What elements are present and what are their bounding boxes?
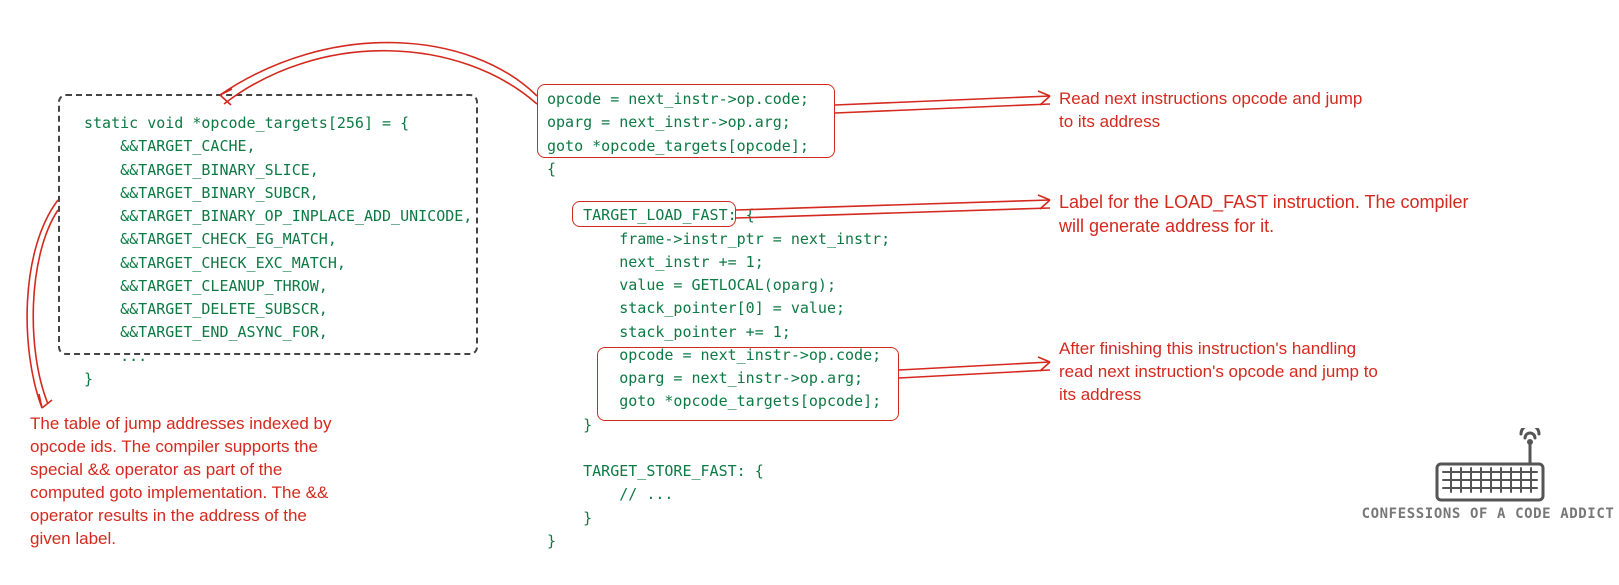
opcode-table-box: static void *opcode_targets[256] = { &&T… xyxy=(58,94,478,355)
highlight-dispatch-bottom xyxy=(597,347,899,421)
highlight-target-label xyxy=(572,201,736,227)
annotation-read-next: Read next instructions opcode and jump t… xyxy=(1059,88,1479,134)
annotation-after: After finishing this instruction's handl… xyxy=(1059,338,1519,407)
annotation-label: Label for the LOAD_FAST instruction. The… xyxy=(1059,190,1619,239)
highlight-dispatch-top xyxy=(537,84,835,158)
annotation-table: The table of jump addresses indexed by o… xyxy=(30,413,450,551)
brand-caption: CONFESSIONS OF A CODE ADDICT xyxy=(1358,506,1618,522)
opcode-table-code: static void *opcode_targets[256] = { &&T… xyxy=(84,112,452,391)
keyboard-icon xyxy=(1435,428,1545,506)
